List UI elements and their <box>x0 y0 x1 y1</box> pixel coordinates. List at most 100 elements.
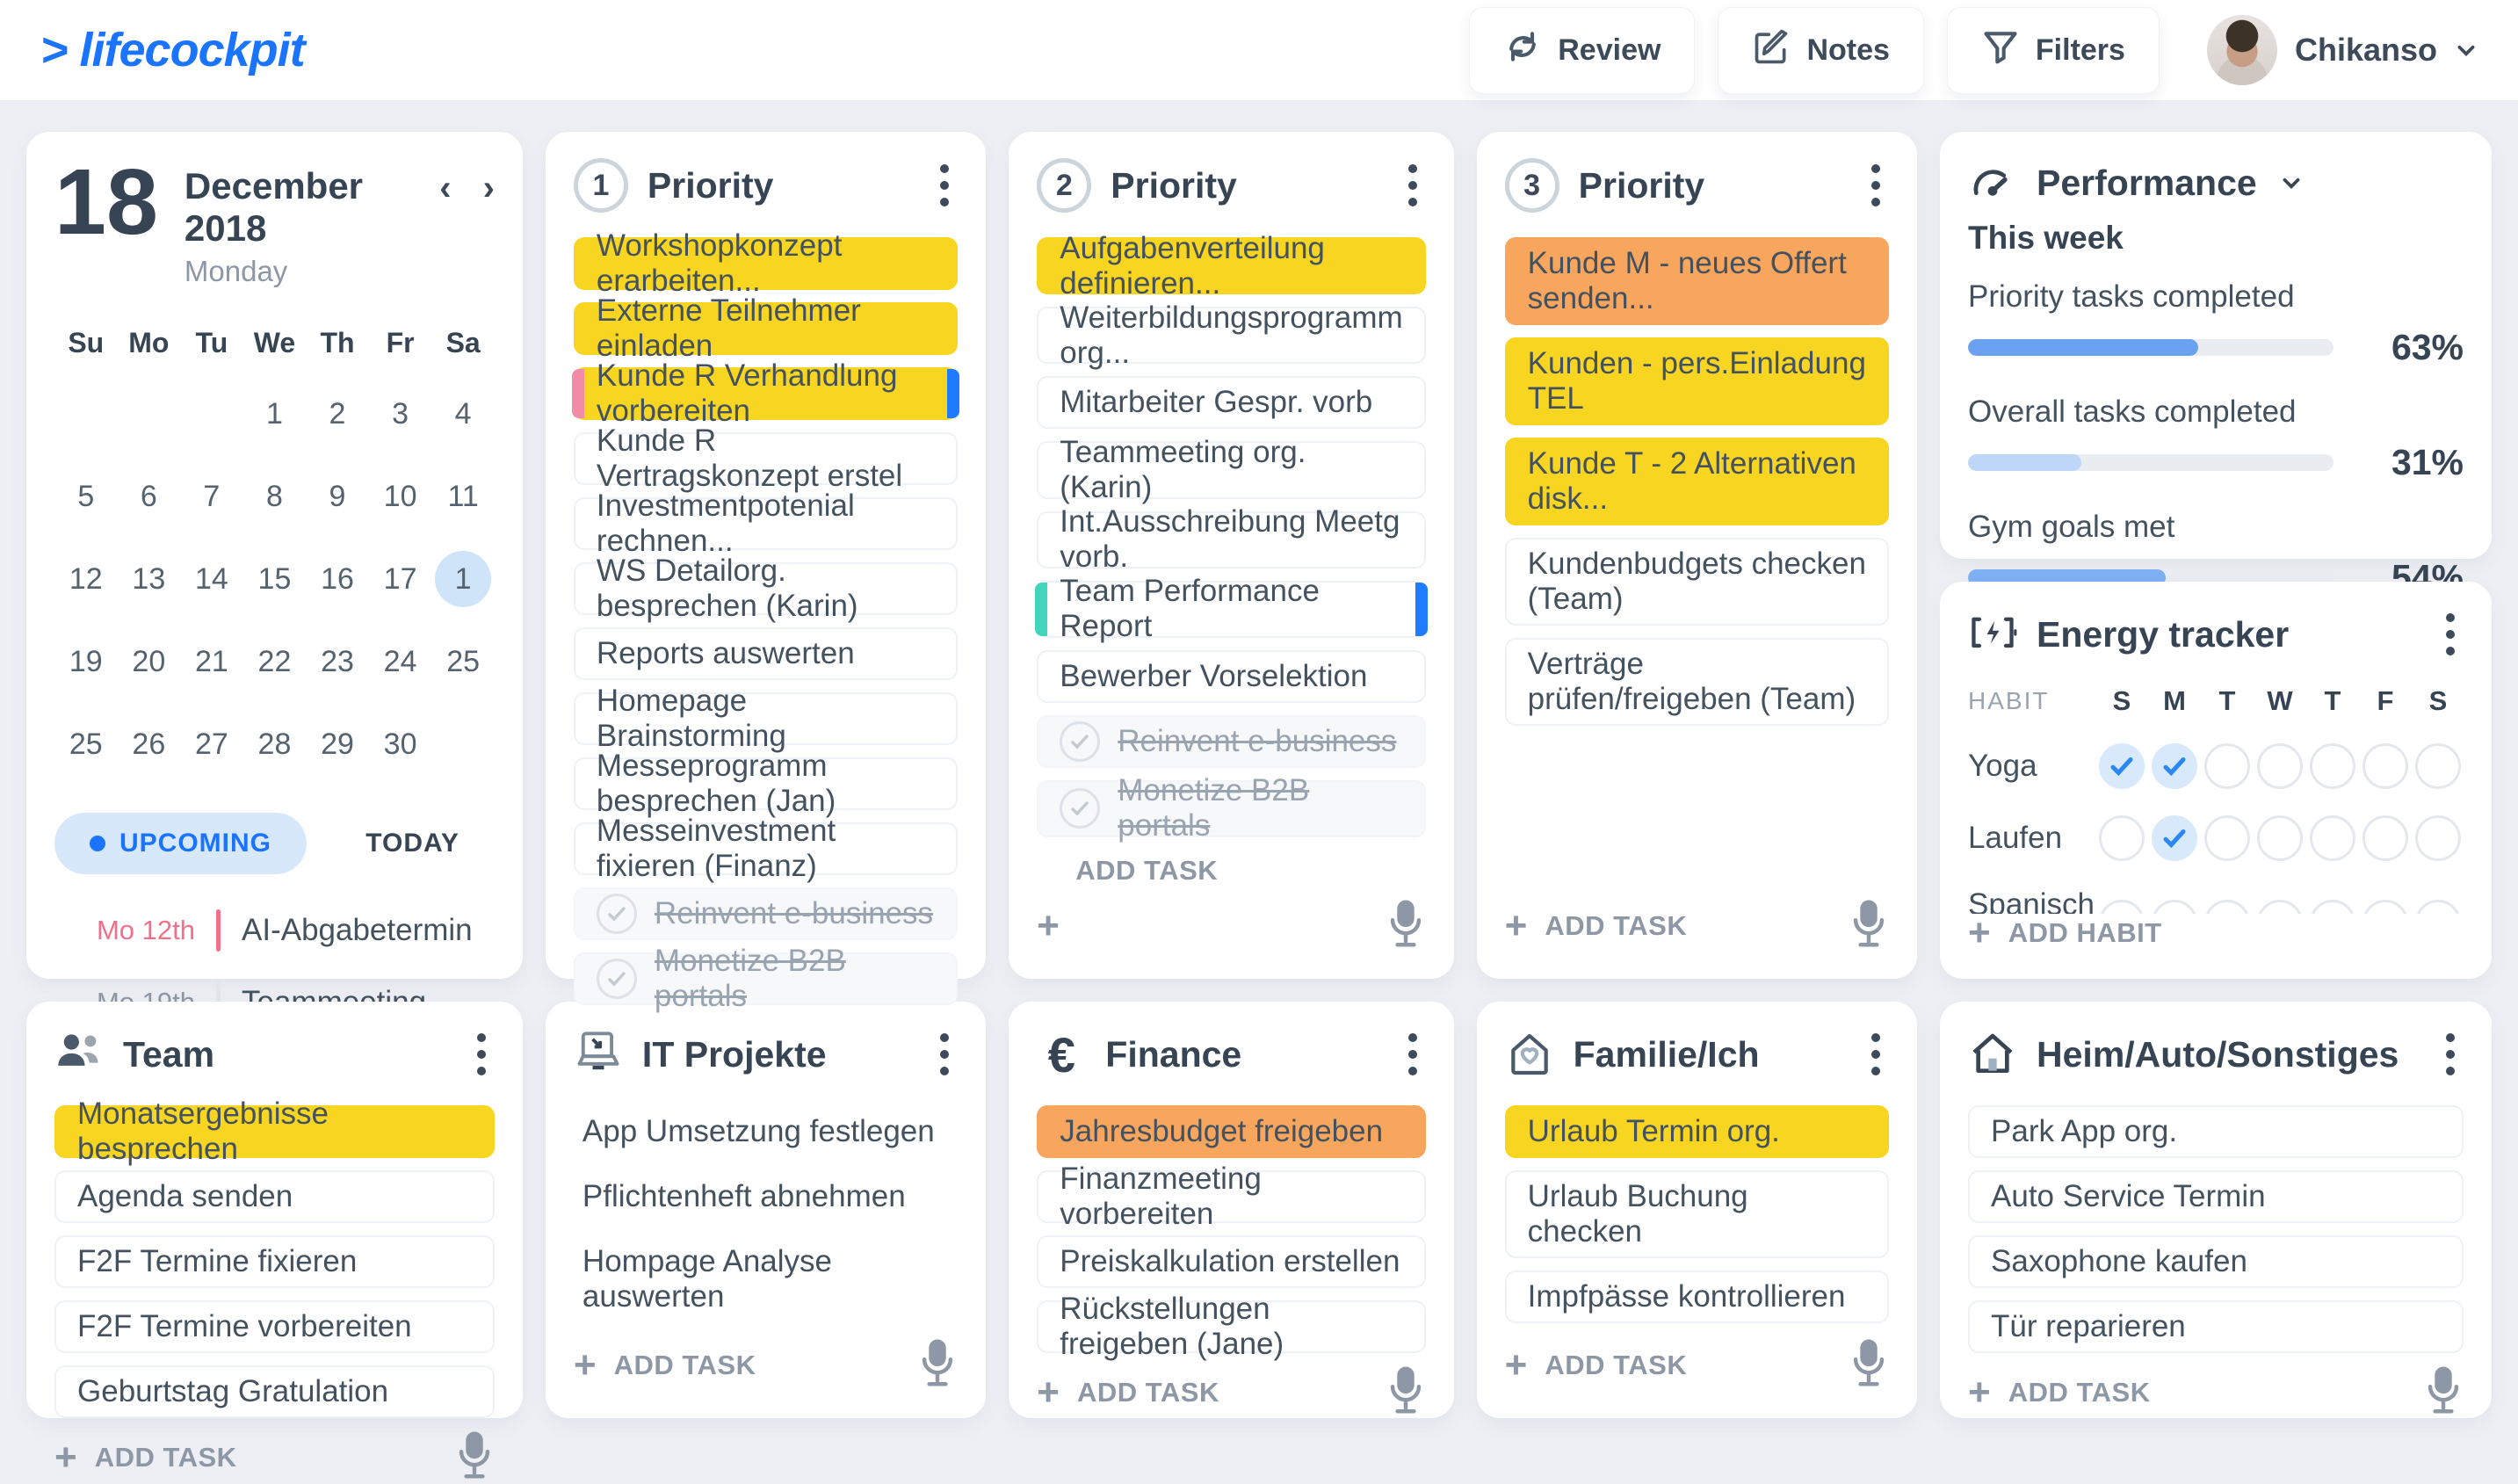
habit-check-off[interactable] <box>2257 743 2303 789</box>
kebab-menu-icon[interactable] <box>2437 1028 2464 1081</box>
day-cell[interactable]: 26 <box>118 716 181 772</box>
task-item[interactable]: Monatsergebnisse besprechen <box>54 1105 495 1158</box>
task-item[interactable]: Pflichtenheft abnehmen <box>574 1170 958 1223</box>
task-item[interactable]: Int.Ausschreibung Meetg vorb. <box>1037 511 1425 568</box>
task-item[interactable]: Aufgabenverteilung definieren... <box>1037 237 1425 294</box>
habit-check-off[interactable] <box>2415 900 2461 914</box>
tab-today[interactable]: TODAY <box>365 829 459 858</box>
task-item[interactable]: Reports auswerten <box>574 627 958 680</box>
day-cell[interactable] <box>118 386 181 442</box>
completed-task-item[interactable]: Reinvent e-business <box>574 887 958 940</box>
plus-icon[interactable]: + <box>1505 1346 1528 1385</box>
day-cell[interactable]: 21 <box>180 633 243 690</box>
plus-icon[interactable]: + <box>574 1346 597 1385</box>
day-cell[interactable]: 15 <box>243 551 307 607</box>
microphone-icon[interactable] <box>1849 899 1889 952</box>
day-cell[interactable]: 25 <box>431 633 495 690</box>
day-cell[interactable]: 29 <box>306 716 369 772</box>
plus-icon[interactable]: + <box>1968 914 1991 952</box>
chevron-down-icon[interactable] <box>2280 171 2303 194</box>
completed-task-item[interactable]: Reinvent e-business <box>1037 715 1425 768</box>
task-item[interactable]: Jahresbudget freigeben <box>1037 1105 1425 1158</box>
day-cell[interactable]: 2 <box>306 386 369 442</box>
task-item[interactable]: Saxophone kaufen <box>1968 1235 2464 1288</box>
task-item[interactable]: Messeprogramm besprechen (Jan) <box>574 757 958 810</box>
habit-check-off[interactable] <box>2310 900 2355 914</box>
day-cell[interactable]: 8 <box>243 468 307 525</box>
task-item[interactable]: Urlaub Termin org. <box>1505 1105 1889 1158</box>
habit-check-off[interactable] <box>2099 900 2145 914</box>
kebab-menu-icon[interactable] <box>931 1028 958 1081</box>
task-item[interactable]: Impfpässe kontrollieren <box>1505 1270 1889 1323</box>
day-cell[interactable]: 25 <box>54 716 118 772</box>
task-item[interactable]: F2F Termine vorbereiten <box>54 1300 495 1353</box>
task-item[interactable]: Kunde T - 2 Alternativen disk... <box>1505 438 1889 525</box>
task-item[interactable]: Kunden - pers.Einladung TEL <box>1505 337 1889 425</box>
habit-check-off[interactable] <box>2204 815 2250 861</box>
kebab-menu-icon[interactable] <box>1400 1028 1426 1081</box>
task-item[interactable]: Bewerber Vorselektion <box>1037 650 1425 703</box>
event-row[interactable]: Mo 12th AI-Abgabetermin <box>54 909 495 952</box>
day-cell[interactable]: 14 <box>180 551 243 607</box>
add-task-label[interactable]: ADD TASK <box>1545 1350 1687 1381</box>
day-cell[interactable]: 4 <box>431 386 495 442</box>
habit-check-off[interactable] <box>2257 815 2303 861</box>
task-item[interactable]: Rückstellungen freigeben (Jane) <box>1037 1300 1425 1353</box>
kebab-menu-icon[interactable] <box>468 1028 495 1081</box>
kebab-menu-icon[interactable] <box>1863 1028 1889 1081</box>
day-cell[interactable]: 22 <box>243 633 307 690</box>
completed-task-item[interactable]: Monetize B2B portals <box>1037 780 1425 837</box>
kebab-menu-icon[interactable] <box>1400 159 1426 212</box>
kebab-menu-icon[interactable] <box>1863 159 1889 212</box>
task-item[interactable]: Homepage Brainstorming <box>574 692 958 745</box>
day-cell[interactable]: 23 <box>306 633 369 690</box>
filters-button[interactable]: Filters <box>1947 7 2160 94</box>
day-cell[interactable] <box>180 386 243 442</box>
habit-check-off[interactable] <box>2362 815 2408 861</box>
habit-check-off[interactable] <box>2099 815 2145 861</box>
task-item[interactable]: Kunde R Verhandlung vorbereiten <box>574 367 958 420</box>
kebab-menu-icon[interactable] <box>931 159 958 212</box>
day-cell[interactable]: 16 <box>306 551 369 607</box>
user-menu[interactable]: Chikanso <box>2207 15 2478 85</box>
add-task-label[interactable]: ADD TASK <box>2008 1377 2151 1408</box>
habit-check-off[interactable] <box>2204 743 2250 789</box>
plus-icon[interactable]: + <box>54 1438 77 1477</box>
plus-icon[interactable]: + <box>1505 907 1528 945</box>
day-cell[interactable]: 30 <box>369 716 432 772</box>
day-cell[interactable]: 28 <box>243 716 307 772</box>
day-cell-selected[interactable]: 1 <box>435 551 491 607</box>
microphone-icon[interactable] <box>1386 899 1426 952</box>
calendar-next-button[interactable]: › <box>483 170 495 206</box>
task-item[interactable]: Weiterbildungsprogramm org... <box>1037 307 1425 364</box>
review-button[interactable]: Review <box>1469 7 1695 94</box>
task-item[interactable]: App Umsetzung festlegen <box>574 1105 958 1158</box>
task-item[interactable]: Investmentpotenial rechnen... <box>574 497 958 550</box>
habit-check-off[interactable] <box>2415 743 2461 789</box>
day-cell[interactable]: 9 <box>306 468 369 525</box>
habit-check-off[interactable] <box>2152 900 2197 914</box>
habit-check-off[interactable] <box>2257 900 2303 914</box>
add-habit-label[interactable]: ADD HABIT <box>2008 917 2162 949</box>
day-cell[interactable]: 20 <box>118 633 181 690</box>
task-item[interactable]: Kunde R Vertragskonzept erstel <box>574 432 958 485</box>
add-task-label[interactable]: ADD TASK <box>614 1350 756 1381</box>
task-item[interactable]: F2F Termine fixieren <box>54 1235 495 1288</box>
task-item[interactable]: Finanzmeeting vorbereiten <box>1037 1170 1425 1223</box>
habit-check-off[interactable] <box>2362 900 2408 914</box>
task-item[interactable]: Preiskalkulation erstellen <box>1037 1235 1425 1288</box>
task-item[interactable]: Hompage Analyse auswerten <box>574 1235 958 1323</box>
day-cell[interactable] <box>431 716 495 772</box>
task-item[interactable]: Agenda senden <box>54 1170 495 1223</box>
day-cell[interactable]: 17 <box>369 551 432 607</box>
add-task-label[interactable]: ADD TASK <box>1077 1377 1219 1408</box>
habit-check-on[interactable] <box>2152 743 2197 789</box>
task-item[interactable]: Messeinvestment fixieren (Finanz) <box>574 822 958 875</box>
habit-check-off[interactable] <box>2362 743 2408 789</box>
habit-check-off[interactable] <box>2415 815 2461 861</box>
microphone-icon[interactable] <box>1849 1338 1889 1392</box>
habit-check-off[interactable] <box>2310 815 2355 861</box>
task-item[interactable]: Park App org. <box>1968 1105 2464 1158</box>
kebab-menu-icon[interactable] <box>2437 608 2464 661</box>
habit-check-on[interactable] <box>2099 743 2145 789</box>
